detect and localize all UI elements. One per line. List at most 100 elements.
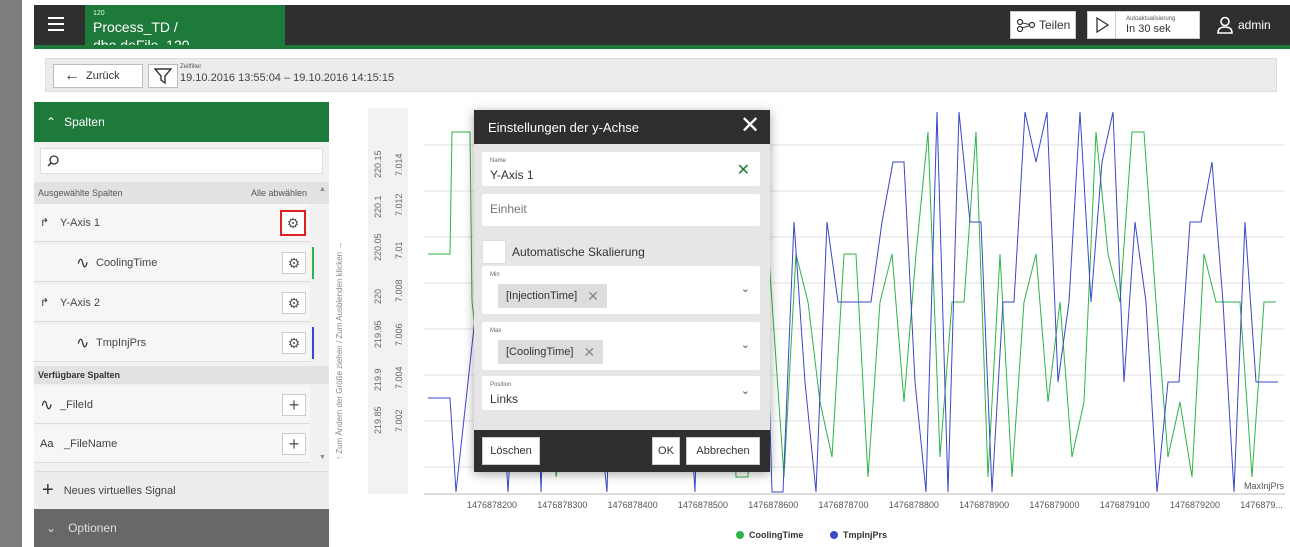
unit-field[interactable] bbox=[482, 194, 760, 226]
y-axis-settings-dialog: Einstellungen der y-Achse ✕ Name Y-Axis … bbox=[474, 110, 770, 472]
add-column-button[interactable]: + bbox=[282, 433, 306, 455]
x-axis-tick-label: 1476878700 bbox=[819, 500, 869, 510]
y-axis-2-settings-button[interactable]: ⚙ bbox=[282, 292, 306, 314]
new-virtual-signal-button[interactable]: + Neues virtuelles Signal bbox=[34, 471, 329, 509]
series-color-indicator bbox=[312, 247, 314, 279]
selected-item-tmpinjprs[interactable]: ∿ TmpInjPrs ⚙ bbox=[34, 324, 314, 362]
column-search[interactable] bbox=[40, 148, 323, 174]
filter-icon bbox=[154, 68, 172, 85]
plus-icon: + bbox=[288, 394, 300, 415]
legend-label-tmpinjprs: TmpInjPrs bbox=[843, 530, 887, 540]
document-title-box[interactable]: 120 Process_TD / dbo.deFile_120 bbox=[85, 5, 285, 53]
dialog-title: Einstellungen der y-Achse bbox=[488, 119, 640, 135]
delete-button[interactable]: Löschen bbox=[482, 437, 540, 465]
chevron-down-icon: ⌄ bbox=[46, 521, 57, 535]
y-axis-2-tick-label: 7.012 bbox=[394, 193, 404, 216]
min-value-chip[interactable]: [InjectionTime] ✕ bbox=[498, 284, 607, 308]
scroll-up-icon[interactable]: ▲ bbox=[319, 186, 326, 194]
autorefresh-button[interactable]: Autoaktualisierung In 30 sek bbox=[1087, 11, 1200, 39]
x-axis-ticks: 1476878200 1476878300 1476878400 1476878500… bbox=[467, 500, 1283, 510]
y-axis-1-tick-label: 220.15 bbox=[373, 150, 383, 178]
ok-button[interactable]: OK bbox=[652, 437, 680, 465]
y-axis-1-tick-label: 219.85 bbox=[373, 406, 383, 434]
max-field-label: Max bbox=[490, 328, 502, 334]
share-button[interactable]: Teilen bbox=[1010, 11, 1076, 39]
record-id: 120 bbox=[93, 10, 105, 17]
autorefresh-caption: Autoaktualisierung bbox=[1126, 15, 1176, 22]
min-field-label: Min bbox=[490, 272, 500, 278]
app-root: 120 Process_TD / dbo.deFile_120 Teilen A… bbox=[0, 0, 1290, 547]
chevron-up-icon: ⌃ bbox=[46, 115, 57, 129]
x-axis-tick-label: 1476878600 bbox=[748, 500, 798, 510]
hamburger-menu-icon[interactable] bbox=[44, 13, 68, 37]
y-axis-2-tick-label: 7.004 bbox=[394, 366, 404, 389]
topbar-accent-line bbox=[34, 45, 1290, 49]
selected-item-y-axis-2[interactable]: ↱ Y-Axis 2 ⚙ bbox=[34, 284, 310, 322]
y-axis-2-tick-label: 7.002 bbox=[394, 409, 404, 432]
dialog-body: Name Y-Axis 1 ✕ Automatische Skalierung … bbox=[474, 144, 770, 430]
play-icon[interactable] bbox=[1088, 12, 1116, 38]
auto-scale-checkbox[interactable] bbox=[482, 240, 506, 264]
search-icon bbox=[47, 155, 59, 167]
remove-chip-icon[interactable]: ✕ bbox=[587, 288, 599, 305]
min-chip-label: [InjectionTime] bbox=[506, 290, 578, 302]
new-virtual-signal-label: Neues virtuelles Signal bbox=[63, 484, 176, 497]
x-axis-tick-label: 1476879000 bbox=[1029, 500, 1079, 510]
y-axis-1-tick-label: 219.9 bbox=[373, 368, 383, 391]
selected-item-label: Y-Axis 1 bbox=[60, 216, 100, 229]
available-item-fileid[interactable]: ∿ _FileId + bbox=[34, 386, 310, 424]
cancel-button[interactable]: Abbrechen bbox=[686, 437, 760, 465]
selected-item-label: Y-Axis 2 bbox=[60, 296, 100, 309]
available-item-label: _FileName bbox=[64, 437, 118, 450]
y-axis-1-tick-label: 220 bbox=[373, 289, 383, 304]
selected-item-y-axis-1[interactable]: ↱ Y-Axis 1 ⚙ bbox=[34, 204, 310, 242]
unit-input[interactable] bbox=[490, 202, 740, 216]
coolingtime-settings-button[interactable]: ⚙ bbox=[282, 252, 306, 274]
chevron-down-icon[interactable]: ⌄ bbox=[741, 338, 750, 351]
close-icon[interactable]: ✕ bbox=[738, 114, 762, 140]
y-axis-1-settings-button[interactable]: ⚙ bbox=[280, 210, 306, 236]
max-chip-label: [CoolingTime] bbox=[506, 346, 574, 358]
legend-marker-coolingtime bbox=[736, 531, 744, 539]
selected-item-label: CoolingTime bbox=[96, 256, 158, 269]
scroll-down-icon[interactable]: ▼ bbox=[319, 454, 326, 462]
x-axis-tick-label: 1476878500 bbox=[678, 500, 728, 510]
time-filter-range: 19.10.2016 13:55:04 – 19.10.2016 14:15:1… bbox=[180, 72, 395, 84]
max-value-chip[interactable]: [CoolingTime] ✕ bbox=[498, 340, 604, 364]
deselect-all-link[interactable]: Alle abwählen bbox=[251, 188, 307, 198]
tmpinjprs-settings-button[interactable]: ⚙ bbox=[282, 332, 306, 354]
y-axis-1-tick-label: 220.1 bbox=[373, 195, 383, 218]
user-menu[interactable]: admin bbox=[1216, 14, 1271, 36]
name-field-value[interactable]: Y-Axis 1 bbox=[490, 168, 534, 182]
selected-columns-label: Ausgewählte Spalten bbox=[38, 188, 123, 198]
position-select[interactable]: Position Links ⌄ bbox=[482, 376, 760, 410]
x-axis-tick-label: 1476878400 bbox=[608, 500, 658, 510]
legend-label-coolingtime: CoolingTime bbox=[749, 530, 803, 540]
min-field[interactable]: Min [InjectionTime] ✕ ⌄ bbox=[482, 266, 760, 314]
sidebar-scrollbar[interactable]: ▲ ▼ bbox=[319, 186, 326, 466]
max-field[interactable]: Max [CoolingTime] ✕ ⌄ bbox=[482, 322, 760, 370]
chevron-down-icon[interactable]: ⌄ bbox=[741, 282, 750, 295]
arrow-left-icon: ← bbox=[64, 67, 80, 84]
remove-chip-icon[interactable]: ✕ bbox=[583, 344, 595, 361]
axis-icon: ↱ bbox=[40, 217, 50, 229]
name-field[interactable]: Name Y-Axis 1 ✕ bbox=[482, 152, 760, 186]
options-section-header[interactable]: ⌄ Optionen bbox=[34, 509, 329, 547]
back-button[interactable]: ← Zurück bbox=[53, 64, 143, 88]
clear-icon[interactable]: ✕ bbox=[737, 160, 750, 180]
chevron-down-icon[interactable]: ⌄ bbox=[741, 384, 750, 397]
search-input[interactable] bbox=[65, 155, 305, 167]
y-axis-2-tick-label: 7.006 bbox=[394, 323, 404, 346]
corner-series-label: MaxInjPrs bbox=[1244, 481, 1285, 491]
selected-item-coolingtime[interactable]: ∿ CoolingTime ⚙ bbox=[34, 244, 314, 282]
x-axis-tick-label: 1476878800 bbox=[889, 500, 939, 510]
selected-item-label: TmpInjPrs bbox=[96, 336, 147, 349]
columns-section-header[interactable]: ⌃ Spalten bbox=[34, 102, 329, 142]
time-filter[interactable]: Zeitfilter 19.10.2016 13:55:04 – 19.10.2… bbox=[180, 63, 394, 85]
gear-icon: ⚙ bbox=[287, 294, 301, 311]
filter-button[interactable] bbox=[148, 64, 178, 88]
available-item-filename[interactable]: Aa _FileName + bbox=[34, 425, 310, 463]
x-axis-tick-label: 1476878300 bbox=[537, 500, 587, 510]
add-column-button[interactable]: + bbox=[282, 394, 306, 416]
user-name: admin bbox=[1238, 18, 1271, 32]
